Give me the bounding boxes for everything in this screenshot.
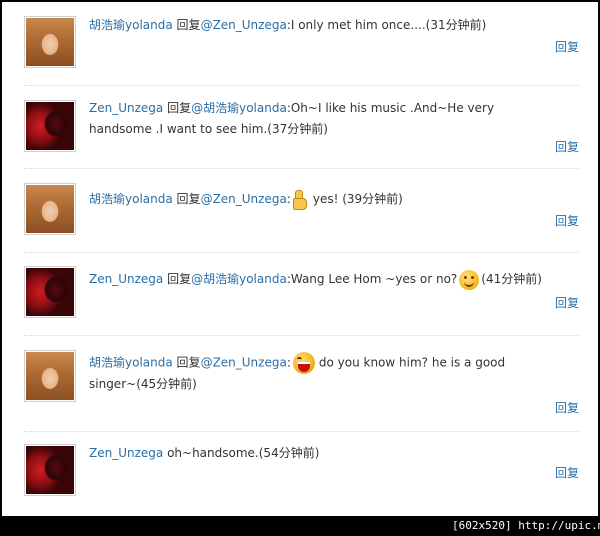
avatar[interactable] [24,350,76,402]
avatar[interactable] [24,16,76,68]
timestamp: (39分钟前) [342,192,403,206]
reply-button[interactable]: 回复 [555,399,579,416]
separator [24,85,580,86]
reply-verb: 回复 [167,272,192,286]
mention-link[interactable]: @胡浩瑜yolanda [191,272,287,286]
reply-verb: 回复 [176,18,201,32]
timestamp: (31分钟前) [425,18,487,32]
avatar[interactable] [24,266,76,318]
timestamp: (45分钟前) [136,377,197,391]
reply-button[interactable]: 回复 [555,38,579,55]
comment-text: Zen_Unzega oh~handsome.(54分钟前) [89,443,549,464]
comment-text: 胡浩瑜yolanda 回复@Zen_Unzega: yes! (39分钟前) [89,189,549,210]
mention-link[interactable]: @Zen_Unzega [201,18,287,32]
timestamp: (41分钟前) [481,272,542,286]
comment-text: 胡浩瑜yolanda 回复@Zen_Unzega: do you know him… [89,352,544,395]
separator [24,168,580,169]
comment-text: Zen_Unzega 回复@胡浩瑜yolanda:Oh~I like his m… [89,101,495,136]
timestamp: (37分钟前) [267,122,328,136]
reply-verb: 回复 [176,355,201,370]
comment-text: Zen_Unzega 回复@胡浩瑜yolanda:Wang Lee Hom ~y… [89,269,549,290]
separator [24,335,580,336]
comment-body: I only met him once.... [290,18,426,32]
comment-body: yes! [312,192,339,206]
avatar[interactable] [24,444,76,496]
avatar[interactable] [24,100,76,152]
laugh-icon [292,352,315,374]
mention-link[interactable]: @胡浩瑜yolanda [191,101,287,115]
reply-button[interactable]: 回复 [555,294,579,311]
mention-link[interactable]: @Zen_Unzega [201,192,287,206]
username-link[interactable]: 胡浩瑜yolanda [89,192,173,206]
comment-panel: 胡浩瑜yolanda 回复@Zen_Unzega:I only met him … [2,2,598,516]
thumbs-up-icon [292,189,307,210]
reply-button[interactable]: 回复 [555,464,579,481]
separator [24,252,580,253]
comment-body: Wang Lee Hom ~yes or no? [290,272,458,286]
mention-link[interactable]: @Zen_Unzega [201,356,287,370]
username-link[interactable]: Zen_Unzega [89,101,163,115]
avatar[interactable] [24,183,76,235]
username-link[interactable]: 胡浩瑜yolanda [89,18,173,32]
username-link[interactable]: Zen_Unzega [89,272,163,286]
reply-verb: 回复 [176,192,201,206]
username-link[interactable]: Zen_Unzega [89,446,163,460]
comment-body: oh~handsome. [167,446,259,460]
separator [24,431,580,432]
username-link[interactable]: 胡浩瑜yolanda [89,356,173,370]
reply-button[interactable]: 回复 [555,212,579,229]
comment-text: 胡浩瑜yolanda 回复@Zen_Unzega:I only met him … [89,18,487,32]
image-host-watermark: [602x520] http://upic.me/ [452,519,600,532]
reply-button[interactable]: 回复 [555,138,579,155]
smile-icon [459,269,480,290]
timestamp: (54分钟前) [258,446,320,460]
reply-verb: 回复 [167,101,192,115]
